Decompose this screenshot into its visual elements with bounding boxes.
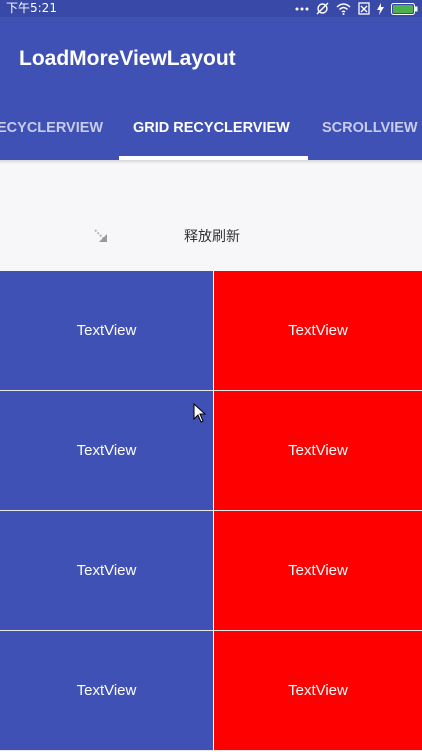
grid-row-divider bbox=[0, 750, 422, 751]
grid-item-text: TextView bbox=[288, 562, 348, 579]
grid-item[interactable]: TextView bbox=[214, 271, 422, 390]
more-dots-icon bbox=[295, 6, 309, 12]
refresh-header: 释放刷新 bbox=[0, 160, 422, 271]
grid-item[interactable]: TextView bbox=[0, 391, 213, 510]
status-time: 下午5:21 bbox=[6, 1, 57, 15]
tab-recyclerview[interactable]: ECYCLERVIEW bbox=[0, 105, 103, 151]
tab-grid-recyclerview[interactable]: GRID RECYCLERVIEW bbox=[133, 105, 290, 151]
refresh-status-text: 释放刷新 bbox=[184, 229, 240, 245]
sim-off-icon bbox=[358, 2, 370, 15]
grid-item[interactable]: TextView bbox=[214, 511, 422, 630]
status-bar: 下午5:21 bbox=[0, 0, 422, 17]
charging-icon bbox=[377, 2, 384, 15]
grid-item[interactable]: TextView bbox=[0, 511, 213, 630]
grid-recyclerview[interactable]: TextView TextView TextView TextView Text… bbox=[0, 271, 422, 755]
grid-item-text: TextView bbox=[76, 442, 137, 459]
grid-item-text: TextView bbox=[76, 562, 137, 579]
pull-arrow-icon bbox=[92, 227, 110, 249]
app-bar: LoadMoreViewLayout ECYCLERVIEW GRID RECY… bbox=[0, 17, 422, 160]
mouse-cursor-icon bbox=[193, 402, 207, 427]
grid-item-text: TextView bbox=[76, 682, 137, 699]
grid-item[interactable]: TextView bbox=[214, 391, 422, 510]
app-title: LoadMoreViewLayout bbox=[19, 47, 236, 70]
status-icons bbox=[295, 0, 418, 17]
grid-item-text: TextView bbox=[76, 322, 137, 339]
battery-icon bbox=[391, 2, 418, 15]
grid-item-text: TextView bbox=[288, 442, 348, 459]
sync-off-icon bbox=[316, 2, 329, 15]
grid-item[interactable]: TextView bbox=[214, 631, 422, 750]
appbar-shadow bbox=[0, 160, 422, 164]
grid-item[interactable]: TextView bbox=[0, 271, 213, 390]
wifi-icon bbox=[336, 2, 351, 15]
grid-item-text: TextView bbox=[288, 682, 348, 699]
grid-item[interactable]: TextView bbox=[0, 631, 213, 750]
grid-item-text: TextView bbox=[288, 322, 348, 339]
tab-scrollview[interactable]: SCROLLVIEW bbox=[322, 105, 418, 151]
